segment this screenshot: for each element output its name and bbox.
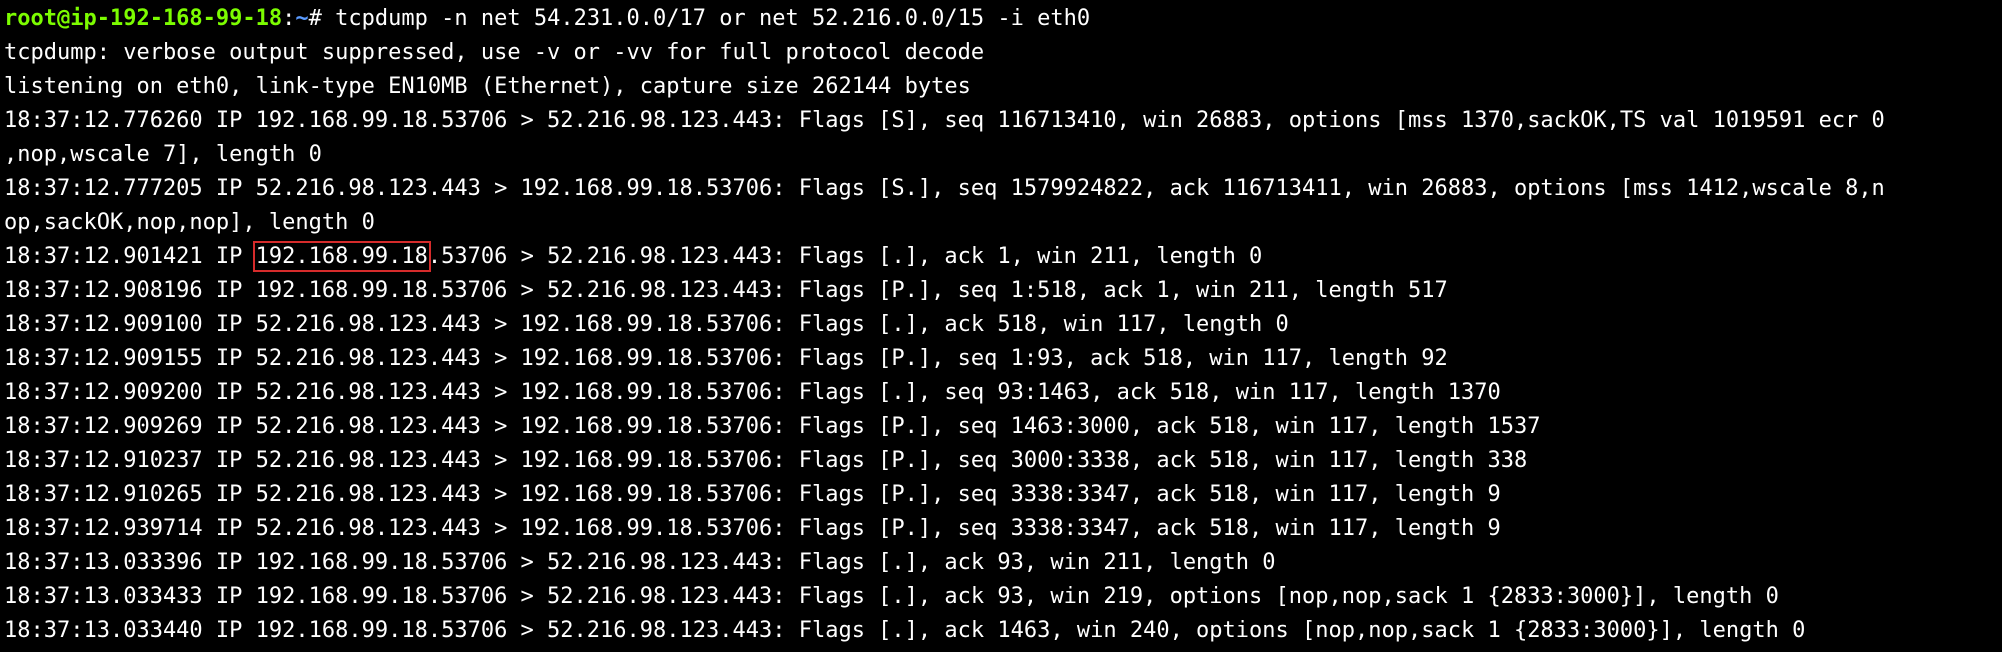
packet-line: 18:37:12.909269 IP 52.216.98.123.443 > 1… — [4, 414, 1541, 439]
prompt-symbol: # — [308, 6, 336, 31]
prompt-separator: : — [282, 6, 296, 31]
packet-line: 18:37:12.910237 IP 52.216.98.123.443 > 1… — [4, 448, 1528, 473]
packet-line: 18:37:13.033433 IP 192.168.99.18.53706 >… — [4, 584, 1779, 609]
packet-line: 18:37:13.033440 IP 192.168.99.18.53706 >… — [4, 618, 1806, 643]
packet-prefix: 18:37:12.901421 IP — [4, 244, 256, 269]
packet-line: 18:37:12.908196 IP 192.168.99.18.53706 >… — [4, 278, 1448, 303]
output-line: listening on eth0, link-type EN10MB (Eth… — [4, 74, 971, 99]
packet-line: 18:37:12.939714 IP 52.216.98.123.443 > 1… — [4, 516, 1501, 541]
terminal-window[interactable]: root@ip-192-168-99-18:~# tcpdump -n net … — [0, 0, 2002, 652]
packet-line: 18:37:12.776260 IP 192.168.99.18.53706 >… — [4, 108, 1885, 133]
packet-line: 18:37:12.909100 IP 52.216.98.123.443 > 1… — [4, 312, 1289, 337]
packet-line-wrap: op,sackOK,nop,nop], length 0 — [4, 210, 375, 235]
packet-line-highlighted: 18:37:12.901421 IP 192.168.99.18.53706 >… — [4, 240, 2002, 274]
prompt-line: root@ip-192-168-99-18:~# tcpdump -n net … — [4, 2, 2002, 36]
command-text: tcpdump -n net 54.231.0.0/17 or net 52.2… — [335, 6, 1091, 31]
packet-line: 18:37:13.033396 IP 192.168.99.18.53706 >… — [4, 550, 1276, 575]
packet-line: 18:37:12.777205 IP 52.216.98.123.443 > 1… — [4, 176, 1885, 201]
highlighted-ip: 192.168.99.18 — [252, 241, 431, 272]
prompt-path: ~ — [295, 6, 309, 31]
packet-line-wrap: ,nop,wscale 7], length 0 — [4, 142, 322, 167]
prompt-user-host: root@ip-192-168-99-18 — [4, 6, 283, 31]
output-line: tcpdump: verbose output suppressed, use … — [4, 40, 985, 65]
packet-line: 18:37:12.910265 IP 52.216.98.123.443 > 1… — [4, 482, 1501, 507]
packet-line: 18:37:12.909200 IP 52.216.98.123.443 > 1… — [4, 380, 1501, 405]
packet-suffix: .53706 > 52.216.98.123.443: Flags [.], a… — [427, 244, 1263, 269]
packet-line: 18:37:12.909155 IP 52.216.98.123.443 > 1… — [4, 346, 1448, 371]
